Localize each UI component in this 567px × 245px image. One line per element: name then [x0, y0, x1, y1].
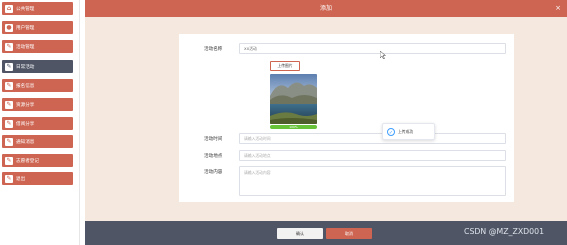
upload-progress-bar: 100%: [270, 125, 317, 129]
edit-icon: ✎: [5, 119, 13, 128]
sidebar-item-label: 志愿者登记: [16, 158, 39, 164]
edit-icon: ✎: [5, 100, 13, 109]
time-label: 活动时间: [204, 137, 223, 142]
home-icon: ⌂: [5, 4, 13, 13]
watermark-text: CSDN @MZ_ZXD001: [464, 227, 545, 236]
edit-icon: ✎: [5, 156, 13, 165]
cancel-button[interactable]: 取消: [326, 228, 372, 239]
sidebar-item-daily-activities[interactable]: ✎ 日常活动: [2, 60, 73, 73]
time-input[interactable]: 请输入活动时间: [239, 133, 506, 144]
sidebar-item-public[interactable]: ⌂ 公共管理: [2, 2, 73, 15]
sidebar-item-registrations[interactable]: ✎ 报名信息: [2, 79, 73, 92]
upload-success-toast: ✓ 上传成功: [382, 123, 435, 140]
edit-icon: ✎: [5, 42, 13, 51]
sidebar-item-resource-sharing[interactable]: ✎ 资源分享: [2, 98, 73, 111]
sidebar-item-label: 日常活动: [16, 64, 35, 70]
sidebar-item-label: 用户管理: [16, 25, 35, 31]
edit-icon: ✎: [5, 174, 13, 183]
sidebar-item-borrow-sharing[interactable]: ✎ 借阅分享: [2, 117, 73, 130]
name-label: 活动名称: [204, 47, 223, 52]
form-card: 活动名称 XX活动 活动时间 请输入活动时间 活动地点 请输入活动地点 活动内容…: [179, 34, 514, 202]
dialog-title: 添加: [319, 5, 332, 12]
mouse-cursor-icon: [380, 51, 386, 59]
sidebar-item-label: 公共管理: [16, 6, 35, 12]
upload-image-button[interactable]: 上传图片: [270, 61, 300, 71]
sidebar-item-activities[interactable]: ✎ 活动管理: [2, 40, 73, 53]
user-icon: ●: [5, 23, 13, 32]
confirm-button[interactable]: 确认: [277, 228, 323, 239]
content-textarea[interactable]: 请输入活动内容: [239, 166, 506, 196]
sidebar-item-logout[interactable]: ✎ 退出: [2, 172, 73, 185]
sidebar: ⌂ 公共管理 ● 用户管理 ✎ 活动管理 ✎ 日常活动 ✎ 报名信息 ✎ 资源分…: [0, 0, 80, 245]
upload-progress-fill: 100%: [270, 125, 317, 129]
sidebar-item-volunteer-register[interactable]: ✎ 志愿者登记: [2, 154, 73, 167]
edit-icon: ✎: [5, 81, 13, 90]
close-icon[interactable]: ×: [555, 0, 561, 17]
sidebar-item-users[interactable]: ● 用户管理: [2, 21, 73, 34]
sidebar-item-label: 借阅分享: [16, 121, 35, 127]
uploaded-image-preview: [270, 74, 317, 124]
dialog: 添加 × 活动名称 XX活动 活动时间 请输入活动时间 活动地点 请输入活动地点…: [85, 0, 567, 245]
edit-icon: ✎: [5, 137, 13, 146]
edit-icon: ✎: [5, 62, 13, 71]
toast-text: 上传成功: [398, 128, 414, 134]
sidebar-item-label: 报名信息: [16, 83, 35, 89]
name-input[interactable]: XX活动: [239, 43, 506, 54]
dialog-titlebar: 添加 ×: [85, 0, 567, 17]
place-label: 活动地点: [204, 154, 223, 159]
sidebar-item-label: 活动管理: [16, 44, 35, 50]
sidebar-item-label: 退出: [16, 176, 26, 182]
content-label: 活动内容: [204, 170, 223, 175]
sidebar-item-notifications[interactable]: ✎ 通知消息: [2, 135, 73, 148]
sidebar-item-label: 通知消息: [16, 139, 35, 145]
place-input[interactable]: 请输入活动地点: [239, 150, 506, 161]
check-circle-icon: ✓: [387, 127, 395, 136]
sidebar-item-label: 资源分享: [16, 102, 35, 108]
